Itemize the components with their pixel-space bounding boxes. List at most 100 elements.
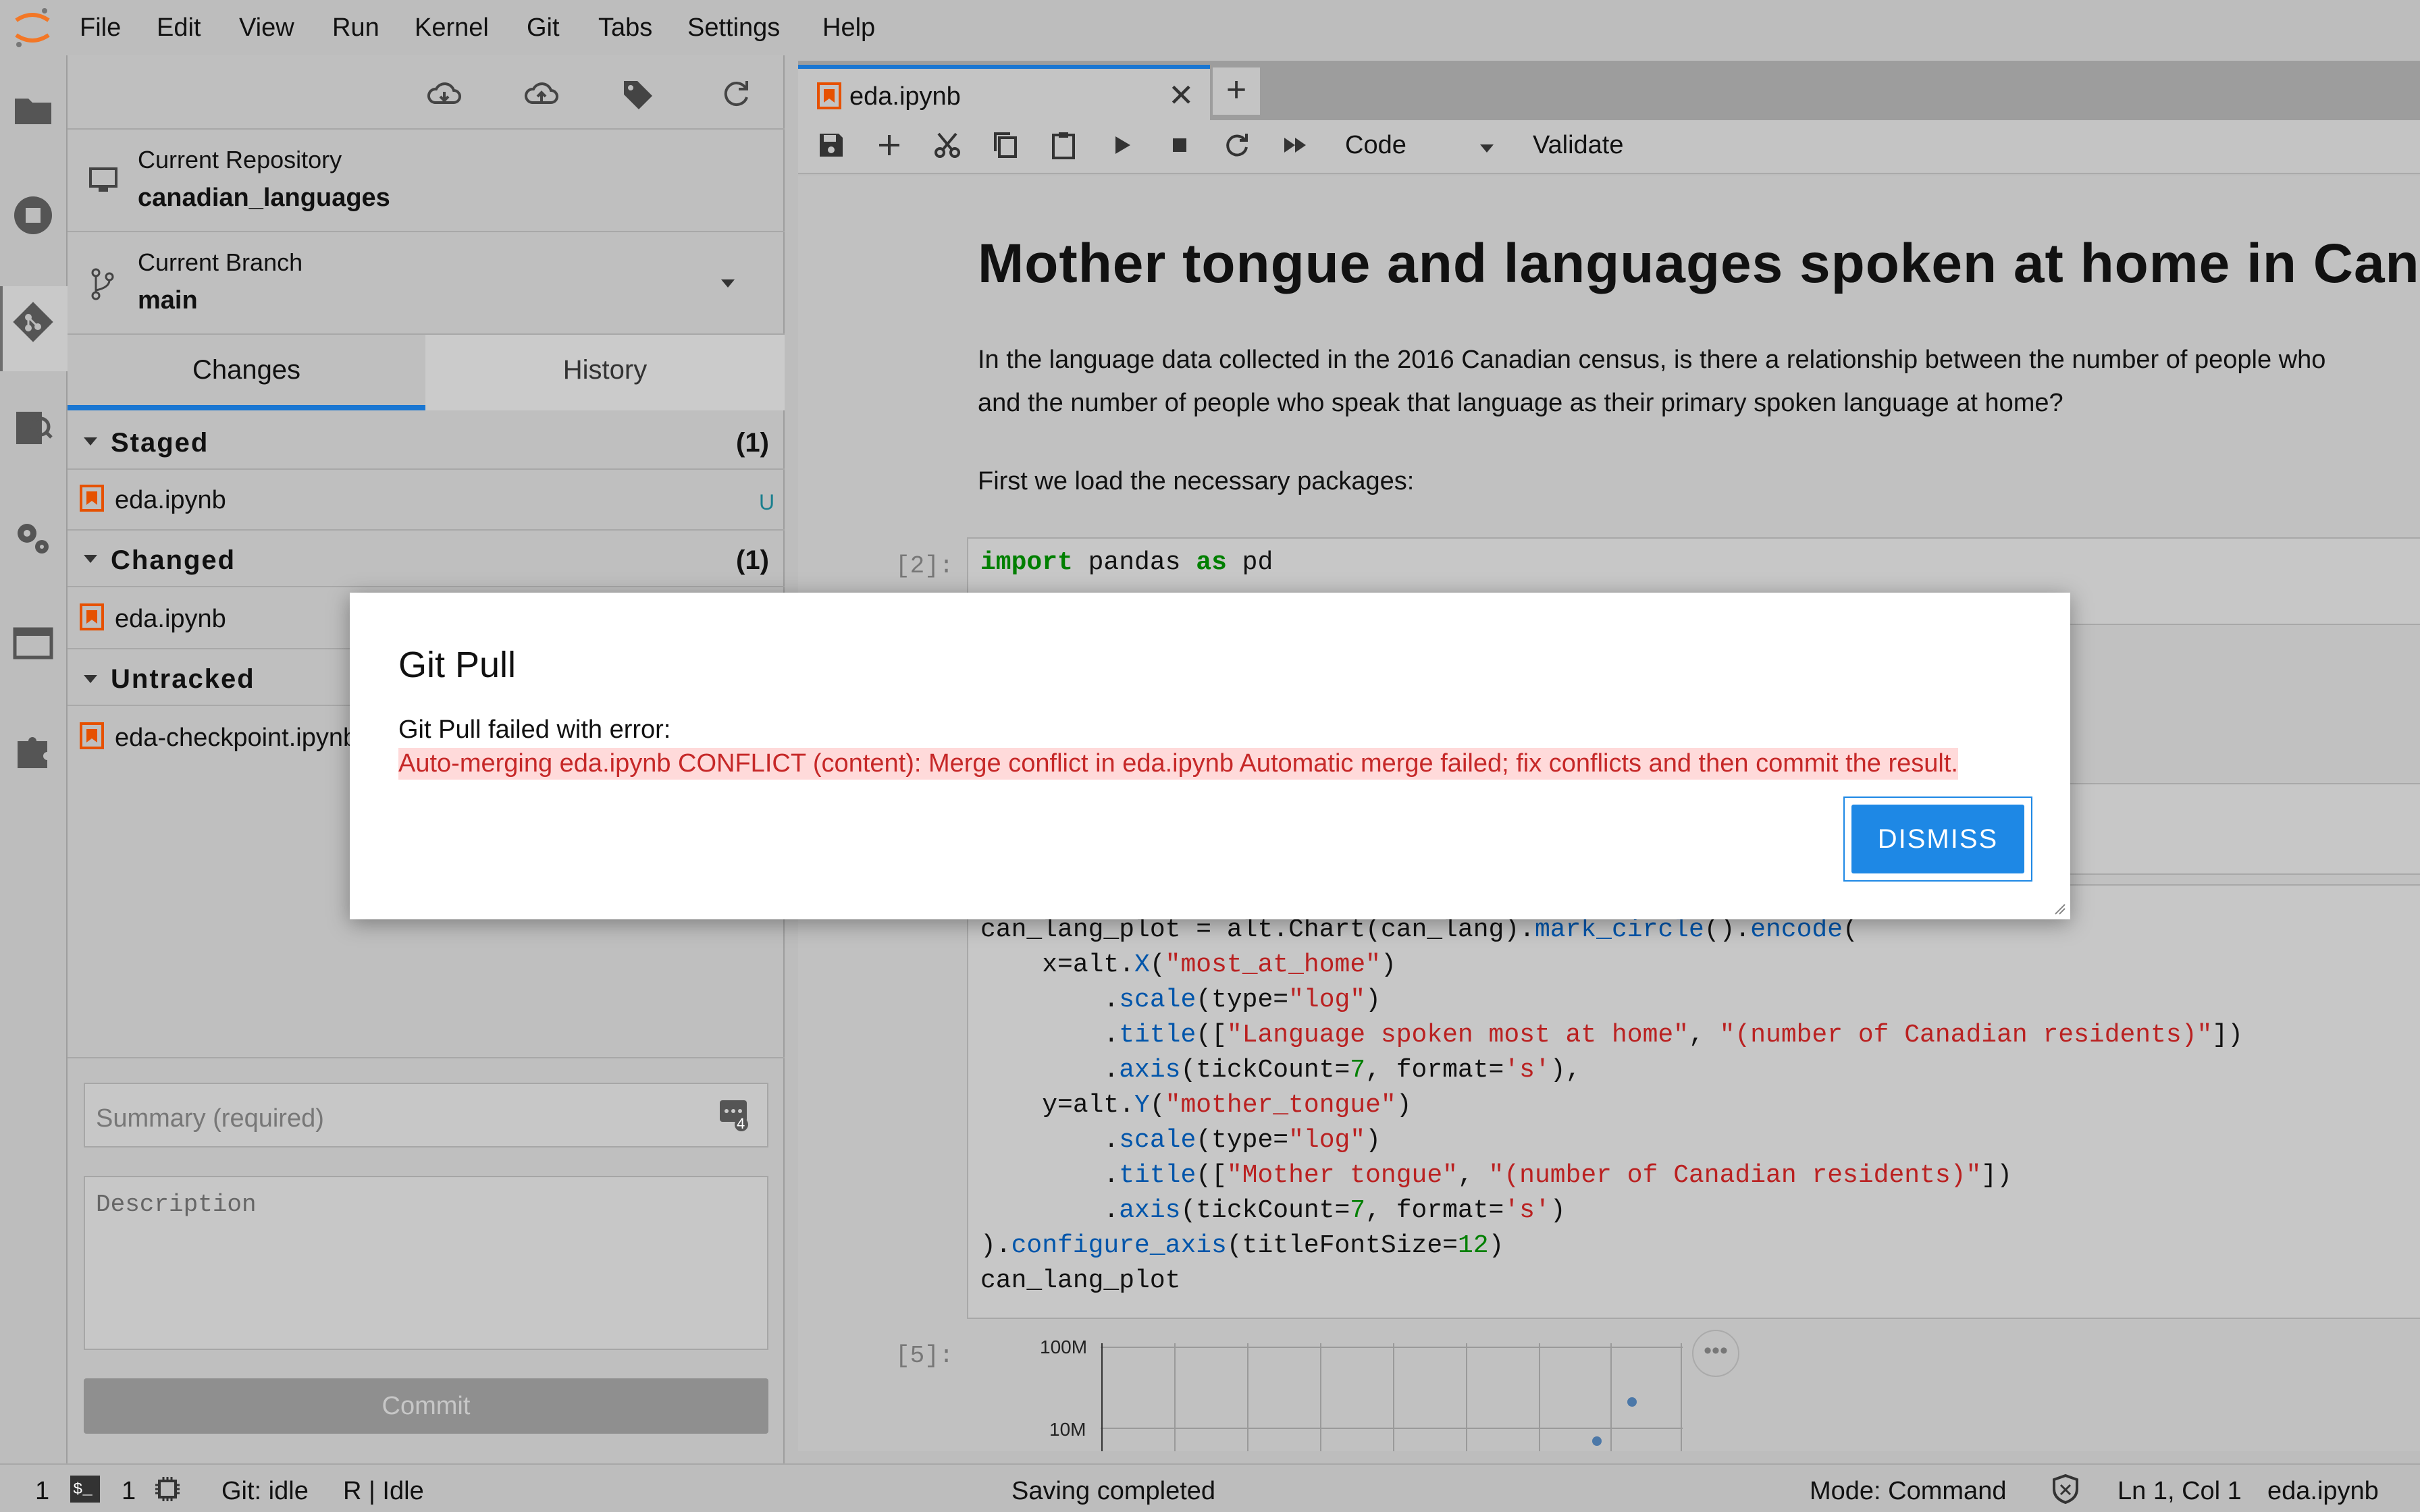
branch-label: Current Branch <box>138 248 303 276</box>
kernel-count[interactable]: 1 <box>122 1477 136 1506</box>
chart-tick-label: 100M <box>1040 1336 1088 1357</box>
dialog-message: Git Pull failed with error: <box>398 716 671 744</box>
notebook-file-icon <box>817 82 841 109</box>
active-tab-indicator <box>68 405 425 410</box>
running-kernels-icon[interactable] <box>9 192 57 239</box>
branch-icon <box>89 267 116 301</box>
extensions-puzzle-icon[interactable] <box>9 726 57 774</box>
menu-view[interactable]: View <box>239 14 294 43</box>
code-block: can_lang_plot = alt.Chart(can_lang).mark… <box>980 915 2243 1295</box>
markdown-paragraph: In the language data collected in the 20… <box>978 346 2326 374</box>
commit-template-badge: 4 <box>737 1115 745 1132</box>
tab-history[interactable]: History <box>425 335 785 405</box>
section-changed-header[interactable]: Changed (1) <box>68 529 785 587</box>
menu-help[interactable]: Help <box>822 14 875 43</box>
stop-icon[interactable] <box>1164 130 1195 161</box>
commit-template-icon[interactable]: 4 <box>718 1099 751 1132</box>
close-icon[interactable]: ✕ <box>1168 77 1194 113</box>
tag-icon[interactable] <box>619 76 656 113</box>
cell-prompt: [2]: <box>895 552 954 580</box>
menu-settings[interactable]: Settings <box>687 14 780 43</box>
insert-cell-icon[interactable] <box>874 130 905 161</box>
cut-icon[interactable] <box>932 130 963 161</box>
dialog-error-text: Auto-merging eda.ipynb CONFLICT (content… <box>398 748 1958 780</box>
terminal-count[interactable]: 1 <box>35 1477 49 1506</box>
chart-point <box>1627 1397 1637 1407</box>
more-options-icon[interactable]: ••• <box>1692 1330 1739 1377</box>
section-staged-label: Staged <box>111 428 209 458</box>
markdown-paragraph: and the number of people who speak that … <box>978 389 2063 417</box>
dismiss-button[interactable]: DISMISS <box>1851 805 2024 873</box>
cursor-position[interactable]: Ln 1, Col 1 <box>2118 1477 2242 1506</box>
restart-icon[interactable] <box>1222 130 1253 161</box>
folder-icon[interactable] <box>9 86 57 134</box>
notebook-file-icon <box>80 603 104 630</box>
file-name: eda.ipynb <box>115 486 226 514</box>
tabs-icon[interactable] <box>9 620 57 667</box>
file-name: eda.ipynb <box>115 605 226 633</box>
tab-eda-notebook[interactable]: eda.ipynb ✕ <box>798 65 1210 120</box>
resize-handle-icon[interactable] <box>2054 903 2066 915</box>
section-untracked-label: Untracked <box>111 664 255 694</box>
mode-indicator[interactable]: Mode: Command <box>1810 1477 2006 1506</box>
settings-gears-icon[interactable] <box>9 513 57 560</box>
fast-forward-icon[interactable] <box>1280 130 1311 161</box>
divider <box>68 1057 785 1058</box>
branch-name: main <box>138 286 198 315</box>
section-staged-header[interactable]: Staged (1) <box>68 412 785 470</box>
jupyter-logo-icon <box>12 5 53 50</box>
run-icon[interactable] <box>1106 130 1137 161</box>
git-pull-dialog: Git Pull Git Pull failed with error: Aut… <box>350 593 2070 919</box>
menu-git[interactable]: Git <box>527 14 560 43</box>
description-input[interactable]: Description <box>84 1176 768 1350</box>
validate-button[interactable]: Validate <box>1533 131 1624 160</box>
current-repository[interactable]: Current Repository canadian_languages <box>68 130 785 232</box>
menu-file[interactable]: File <box>80 14 121 43</box>
chart-tick-label: 10M <box>1049 1419 1086 1440</box>
cpu-chip-icon[interactable] <box>153 1474 182 1504</box>
chevron-down-icon[interactable] <box>721 279 735 288</box>
chart-plot-area <box>1101 1343 1683 1451</box>
chevron-down-icon[interactable] <box>1480 144 1494 153</box>
notebook-heading: Mother tongue and languages spoken at ho… <box>978 233 2420 294</box>
desktop-icon <box>88 165 119 196</box>
menu-tabs[interactable]: Tabs <box>598 14 652 43</box>
tab-title: eda.ipynb <box>849 82 961 111</box>
section-changed-label: Changed <box>111 545 236 575</box>
cell-prompt: [5]: <box>895 1342 954 1370</box>
add-tab-button[interactable]: + <box>1213 68 1260 115</box>
kernel-status[interactable]: R | Idle <box>343 1477 424 1506</box>
menu-kernel[interactable]: Kernel <box>415 14 489 43</box>
menu-run[interactable]: Run <box>332 14 379 43</box>
cloud-push-icon[interactable] <box>523 76 560 113</box>
code-cell[interactable]: can_lang_plot = alt.Chart(can_lang).mark… <box>967 884 2420 1319</box>
current-file: eda.ipynb <box>2267 1477 2379 1505</box>
code-line: import pandas as pd <box>980 548 1273 577</box>
property-inspector-icon[interactable] <box>9 405 57 452</box>
cell-type-select[interactable]: Code <box>1345 131 1406 160</box>
trust-shield-icon[interactable] <box>2050 1473 2081 1505</box>
notebook-file-icon <box>80 722 104 749</box>
chevron-down-icon <box>84 437 97 446</box>
copy-icon[interactable] <box>990 130 1021 161</box>
menubar: File Edit View Run Kernel Git Tabs Setti… <box>0 0 2420 55</box>
git-toolbar <box>68 55 785 130</box>
cloud-pull-icon[interactable] <box>425 76 463 113</box>
paste-icon[interactable] <box>1048 130 1079 161</box>
tab-changes[interactable]: Changes <box>68 335 425 405</box>
git-status[interactable]: Git: idle <box>221 1477 309 1506</box>
file-status-badge: U <box>759 490 775 514</box>
menu-edit[interactable]: Edit <box>157 14 201 43</box>
commit-button[interactable]: Commit <box>84 1378 768 1434</box>
dialog-title: Git Pull <box>398 645 517 685</box>
current-branch[interactable]: Current Branch main <box>68 232 785 335</box>
section-changed-count: (1) <box>736 545 769 575</box>
file-name: eda-checkpoint.ipynb <box>115 724 358 752</box>
terminal-icon[interactable]: $_ <box>70 1476 100 1503</box>
refresh-icon[interactable] <box>717 76 755 113</box>
save-icon[interactable] <box>816 130 847 161</box>
file-row-staged[interactable]: eda.ipynb U <box>68 470 785 526</box>
git-icon[interactable] <box>9 298 57 346</box>
summary-input[interactable]: Summary (required) <box>84 1083 768 1148</box>
section-staged-count: (1) <box>736 428 769 458</box>
